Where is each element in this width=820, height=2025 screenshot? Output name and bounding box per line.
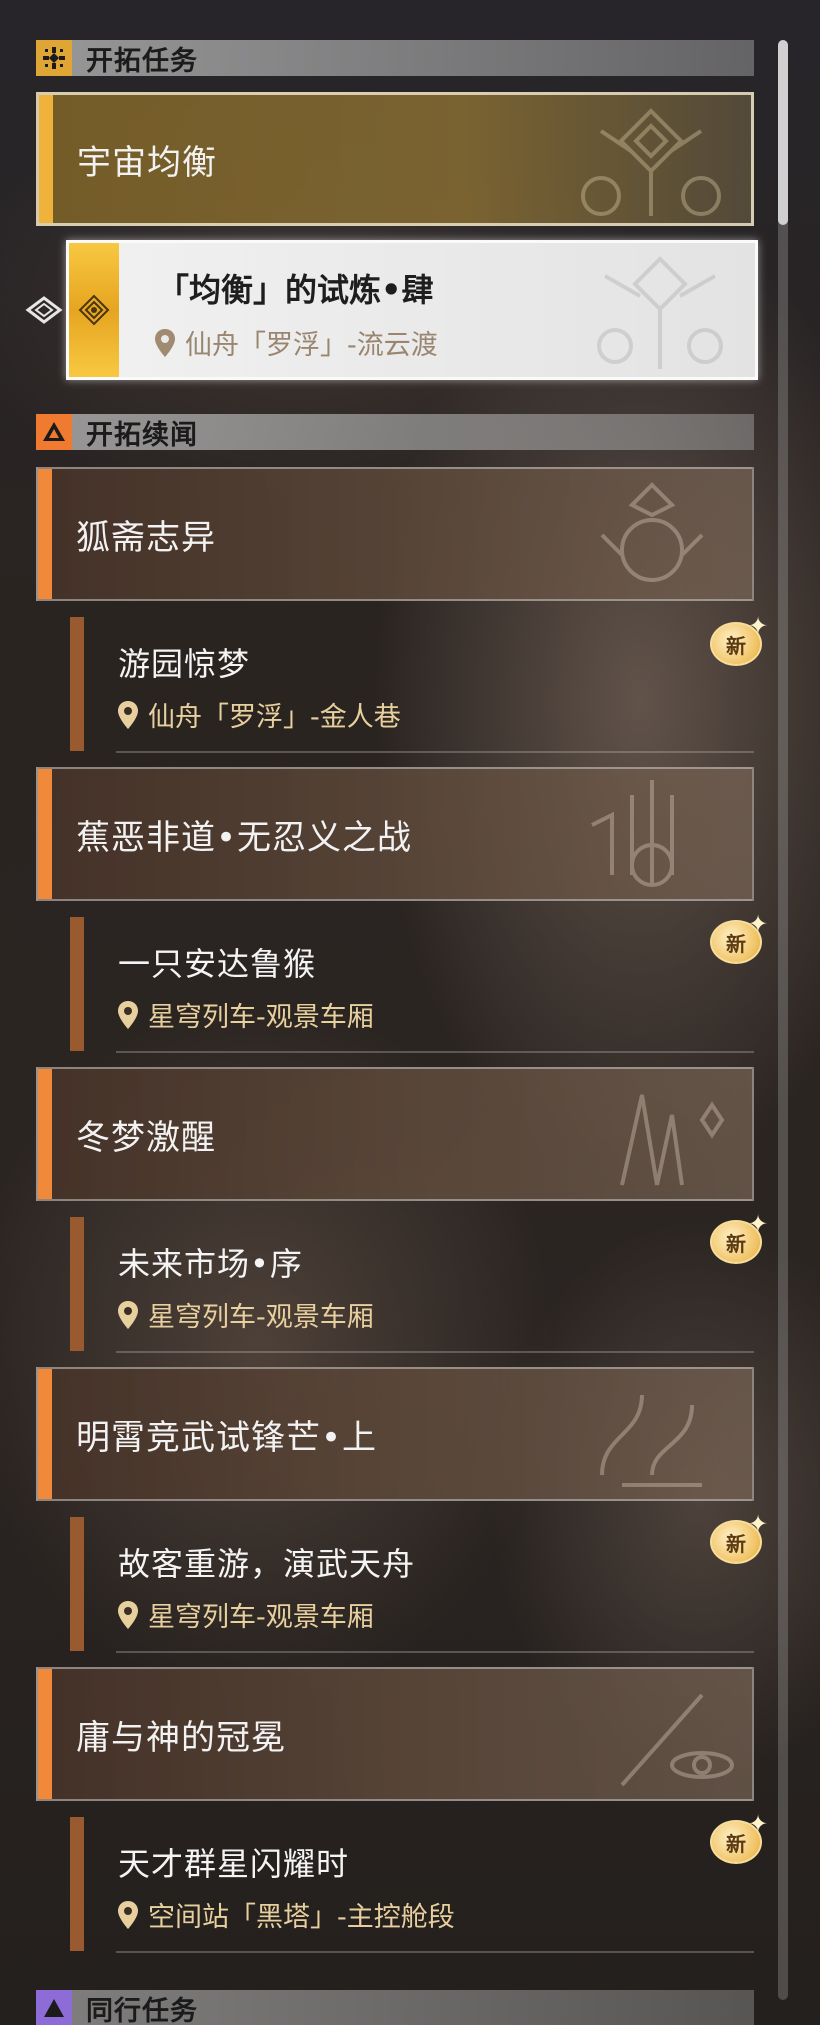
section-header-companion: 同行任务 <box>36 1990 754 2025</box>
quest-location-text: 星穹列车-观景车厢 <box>148 1602 374 1633</box>
sparkle-icon: ✦ <box>748 612 769 640</box>
companion-mission-icon <box>36 1990 72 2025</box>
trailblaze-mission-icon <box>36 40 72 76</box>
quest-location: 仙舟「罗浮」-金人巷 <box>116 695 401 734</box>
section-title: 开拓续闻 <box>86 419 198 451</box>
quest-log-panel: { "sections": { "trailblaze": { "title":… <box>0 0 820 2025</box>
divider <box>116 1651 754 1653</box>
chapter-title: 庸与神的冠冕 <box>76 1717 286 1758</box>
balance-emblem-icon <box>581 108 721 216</box>
chapter-accent <box>38 1069 52 1199</box>
chapter-emblem-icon <box>600 482 704 582</box>
quest-location-text: 星穹列车-观景车厢 <box>148 1002 374 1033</box>
chapter-card[interactable]: 蕉恶非道•无忍义之战 <box>36 767 754 901</box>
chapter-accent <box>38 1669 52 1799</box>
quest-item[interactable]: 故客重游，演武天舟 星穹列车-观景车厢 <box>70 1517 754 1655</box>
balance-emblem-icon <box>597 256 723 369</box>
trailblaze-continuance-icon <box>36 414 72 450</box>
quest-bar <box>70 1517 84 1651</box>
quest-item[interactable]: 游园惊梦 仙舟「罗浮」-金人巷 <box>70 617 754 755</box>
chapter-emblem-icon <box>591 780 674 887</box>
quest-bar <box>70 1817 84 1951</box>
divider <box>116 1051 754 1053</box>
compass-icon <box>78 294 110 326</box>
quest-title: 一只安达鲁猴 <box>118 945 317 983</box>
chapter-emblem-icon <box>600 1394 702 1487</box>
location-pin-icon <box>155 328 175 357</box>
sparkle-icon: ✦ <box>748 1510 769 1538</box>
sparkle-icon: ✦ <box>748 1210 769 1238</box>
chapter-title: 冬梦激醒 <box>76 1117 216 1158</box>
quest-location: 仙舟「罗浮」-流云渡 <box>153 323 438 362</box>
quest-title: 故客重游，演武天舟 <box>118 1545 416 1583</box>
divider <box>116 1951 754 1953</box>
quest-title: 「均衡」的试炼•肆 <box>157 271 434 309</box>
quest-item[interactable]: 天才群星闪耀时 空间站「黑塔」-主控舱段 <box>70 1817 754 1955</box>
divider <box>116 1351 754 1353</box>
new-badge: 新 ✦ <box>706 910 770 970</box>
quest-location-text: 空间站「黑塔」-主控舱段 <box>148 1902 455 1933</box>
scrollbar-thumb[interactable] <box>778 40 788 225</box>
sparkle-icon: ✦ <box>748 910 769 938</box>
new-badge: 新 ✦ <box>706 1510 770 1570</box>
new-badge: 新 ✦ <box>706 612 770 672</box>
location-pin-icon <box>118 1900 138 1929</box>
section-header-trailblaze: 开拓任务 <box>36 40 754 77</box>
active-quest-card[interactable]: 「均衡」的试炼•肆 仙舟「罗浮」-流云渡 <box>66 240 758 380</box>
chapter-title: 狐斋志异 <box>76 517 216 558</box>
quest-location: 星穹列车-观景车厢 <box>116 1295 374 1334</box>
quest-bar <box>70 1217 84 1351</box>
chapter-card[interactable]: 庸与神的冠冕 <box>36 1667 754 1801</box>
chapter-card[interactable]: 狐斋志异 <box>36 467 754 601</box>
divider <box>116 751 754 753</box>
chapter-card[interactable]: 冬梦激醒 <box>36 1067 754 1201</box>
section-title: 开拓任务 <box>86 45 198 77</box>
new-badge: 新 ✦ <box>706 1810 770 1870</box>
chapter-title: 明霄竞武试锋芒•上 <box>76 1417 378 1458</box>
chapter-title: 蕉恶非道•无忍义之战 <box>76 817 413 858</box>
quest-location-text: 星穹列车-观景车厢 <box>148 1302 374 1333</box>
chapter-emblem-icon <box>620 1094 725 1186</box>
location-pin-icon <box>118 1000 138 1029</box>
chapter-card-trailblaze[interactable]: 宇宙均衡 <box>36 92 754 226</box>
chapter-accent <box>38 1369 52 1499</box>
scrollbar-track[interactable] <box>778 40 788 2000</box>
chapter-accent <box>38 469 52 599</box>
quest-location-text: 仙舟「罗浮」-流云渡 <box>185 330 438 361</box>
quest-location: 星穹列车-观景车厢 <box>116 1595 374 1634</box>
section-header-continuance: 开拓续闻 <box>36 414 754 451</box>
selection-arrow-icon <box>25 296 63 324</box>
location-pin-icon <box>118 700 138 729</box>
chapter-accent <box>39 95 53 223</box>
quest-location: 空间站「黑塔」-主控舱段 <box>116 1895 455 1934</box>
quest-location-text: 仙舟「罗浮」-金人巷 <box>148 702 401 733</box>
section-title: 同行任务 <box>86 1995 198 2025</box>
trailblaze-quest-badge <box>69 243 119 377</box>
quest-title: 游园惊梦 <box>118 645 251 683</box>
chapter-accent <box>38 769 52 899</box>
quest-bar <box>70 917 84 1051</box>
new-badge: 新 ✦ <box>706 1210 770 1270</box>
quest-bar <box>70 617 84 751</box>
quest-title: 天才群星闪耀时 <box>118 1845 350 1883</box>
quest-item[interactable]: 未来市场•序 星穹列车-观景车厢 <box>70 1217 754 1355</box>
sparkle-icon: ✦ <box>748 1810 769 1838</box>
quest-item[interactable]: 一只安达鲁猴 星穹列车-观景车厢 <box>70 917 754 1055</box>
quest-title: 未来市场•序 <box>118 1245 303 1283</box>
quest-location: 星穹列车-观景车厢 <box>116 995 374 1034</box>
location-pin-icon <box>118 1600 138 1629</box>
chapter-card[interactable]: 明霄竞武试锋芒•上 <box>36 1367 754 1501</box>
location-pin-icon <box>118 1300 138 1329</box>
chapter-title: 宇宙均衡 <box>77 142 217 183</box>
chapter-emblem-icon <box>620 1693 734 1787</box>
